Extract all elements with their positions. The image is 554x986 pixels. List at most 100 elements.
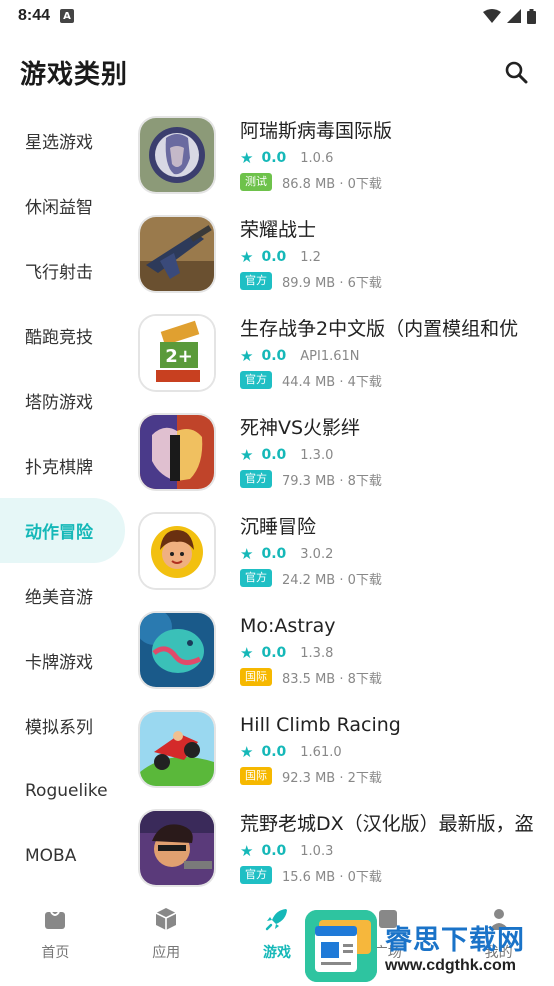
sidebar-item-roguelike[interactable]: Roguelike bbox=[0, 758, 125, 823]
dream-adventure-icon bbox=[140, 514, 214, 588]
rifle-game-icon bbox=[140, 217, 214, 291]
search-icon bbox=[505, 61, 528, 84]
app-rating: 0.0 bbox=[261, 546, 287, 562]
hill-climb-icon bbox=[140, 712, 214, 786]
app-name: 荒野老城DX（汉化版）最新版，盗 bbox=[240, 813, 534, 835]
app-list-item[interactable]: Hill Climb Racing ★ 0.0 1.61.0 国际 92.3 M… bbox=[140, 712, 554, 811]
app-rating: 0.0 bbox=[261, 843, 287, 859]
app-list-item[interactable]: 荣耀战士 ★ 0.0 1.2 官方 89.9 MB · 6下载 bbox=[140, 217, 554, 316]
sidebar-item-yinyou[interactable]: 绝美音游 bbox=[0, 563, 125, 628]
app-icon[interactable]: 2+ bbox=[140, 316, 214, 390]
app-icon[interactable] bbox=[140, 712, 214, 786]
app-name: 死神VS火影绊 bbox=[240, 417, 361, 439]
app-rating: 0.0 bbox=[261, 645, 287, 661]
watermark-url: www.cdgthk.com bbox=[385, 956, 516, 974]
sidebar-item-label: 飞行射击 bbox=[25, 263, 93, 283]
rocket-icon bbox=[265, 909, 287, 931]
app-list-item[interactable]: 死神VS火影绊 ★ 0.0 1.3.0 官方 79.3 MB · 8下载 bbox=[140, 415, 554, 514]
app-list: 阿瑞斯病毒国际版 ★ 0.0 1.0.6 测试 86.8 MB · 0下载 荣耀 bbox=[140, 118, 554, 910]
status-icons bbox=[483, 8, 536, 24]
sidebar-item-xiuxian[interactable]: 休闲益智 bbox=[0, 173, 125, 238]
status-bar: 8:44 A bbox=[0, 0, 554, 32]
sidebar-item-kapai[interactable]: 卡牌游戏 bbox=[0, 628, 125, 693]
app-version: 1.0.6 bbox=[300, 150, 334, 166]
mo-astray-icon bbox=[140, 613, 214, 687]
app-badge: 官方 bbox=[240, 371, 272, 389]
app-rating: 0.0 bbox=[261, 249, 287, 265]
sidebar-item-label: 绝美音游 bbox=[25, 588, 93, 608]
sidebar-item-feixing[interactable]: 飞行射击 bbox=[0, 238, 125, 303]
app-rating: 0.0 bbox=[261, 348, 287, 364]
star-icon: ★ bbox=[240, 248, 254, 266]
sidebar-item-puke[interactable]: 扑克棋牌 bbox=[0, 433, 125, 498]
app-badge: 官方 bbox=[240, 470, 272, 488]
nav-tab-apps[interactable]: 应用 bbox=[111, 888, 222, 984]
app-size-downloads: 83.5 MB · 8下载 bbox=[282, 671, 382, 687]
app-badge: 测试 bbox=[240, 173, 272, 191]
star-icon: ★ bbox=[240, 545, 254, 563]
app-icon[interactable] bbox=[140, 613, 214, 687]
star-icon: ★ bbox=[240, 743, 254, 761]
app-version: API1.61N bbox=[300, 348, 360, 364]
sidebar-item-moni[interactable]: 模拟系列 bbox=[0, 693, 125, 758]
sidebar-item-dongzuo[interactable]: 动作冒险 bbox=[0, 498, 125, 563]
sidebar-item-label: 卡牌游戏 bbox=[25, 653, 93, 673]
battery-icon bbox=[527, 8, 536, 24]
sidebar-item-xingxuan[interactable]: 星选游戏 bbox=[0, 108, 125, 173]
category-sidebar: 星选游戏 休闲益智 飞行射击 酷跑竞技 塔防游戏 扑克棋牌 动作冒险 绝美音游 … bbox=[0, 108, 125, 888]
sidebar-item-label: 动作冒险 bbox=[25, 523, 93, 543]
browser-logo-icon bbox=[305, 910, 377, 982]
app-icon[interactable] bbox=[140, 514, 214, 588]
app-badge: 官方 bbox=[240, 272, 272, 290]
sidebar-item-label: MOBA bbox=[25, 845, 77, 866]
nav-label: 游戏 bbox=[262, 945, 291, 961]
app-size-downloads: 92.3 MB · 2下载 bbox=[282, 770, 382, 786]
app-list-item[interactable]: 沉睡冒险 ★ 0.0 3.0.2 官方 24.2 MB · 0下载 bbox=[140, 514, 554, 613]
app-size-downloads: 24.2 MB · 0下载 bbox=[282, 572, 382, 588]
sidebar-item-label: 休闲益智 bbox=[25, 198, 93, 218]
svg-text:2+: 2+ bbox=[165, 346, 193, 367]
sidebar-item-label: 模拟系列 bbox=[25, 718, 93, 738]
app-list-item[interactable]: Mo:Astray ★ 0.0 1.3.8 国际 83.5 MB · 8下载 bbox=[140, 613, 554, 712]
cube-icon bbox=[155, 908, 177, 930]
app-list-item[interactable]: 2+ 生存战争2中文版（内置模组和优 ★ 0.0 API1.61N 官方 44.… bbox=[140, 316, 554, 415]
page-title: 游戏类别 bbox=[20, 59, 129, 90]
star-icon: ★ bbox=[240, 842, 254, 860]
app-badge: 官方 bbox=[240, 866, 272, 884]
search-button[interactable] bbox=[498, 54, 534, 90]
app-list-item[interactable]: 阿瑞斯病毒国际版 ★ 0.0 1.0.6 测试 86.8 MB · 0下载 bbox=[140, 118, 554, 217]
app-size-downloads: 79.3 MB · 8下载 bbox=[282, 473, 382, 489]
app-version: 3.0.2 bbox=[300, 546, 334, 562]
watermark-logo bbox=[305, 910, 377, 982]
sidebar-item-moba[interactable]: MOBA bbox=[0, 823, 125, 888]
app-rating: 0.0 bbox=[261, 447, 287, 463]
notification-a-icon: A bbox=[60, 9, 75, 23]
sidebar-item-label: 塔防游戏 bbox=[25, 393, 93, 413]
app-name: 沉睡冒险 bbox=[240, 516, 317, 538]
wild-town-icon bbox=[140, 811, 214, 885]
watermark-site-name: 睿思下载网 bbox=[385, 924, 525, 956]
app-name: 生存战争2中文版（内置模组和优 bbox=[240, 318, 519, 340]
sidebar-item-kupao[interactable]: 酷跑竞技 bbox=[0, 303, 125, 368]
watermark: 睿思下载网 www.cdgthk.com bbox=[305, 908, 554, 984]
app-rating: 0.0 bbox=[261, 150, 287, 166]
home-bag-icon bbox=[45, 911, 66, 929]
sidebar-item-label: 扑克棋牌 bbox=[25, 458, 93, 478]
app-badge: 官方 bbox=[240, 569, 272, 587]
wifi-icon bbox=[483, 9, 501, 23]
app-size-downloads: 89.9 MB · 6下载 bbox=[282, 275, 382, 291]
app-icon[interactable] bbox=[140, 415, 214, 489]
app-version: 1.3.8 bbox=[300, 645, 334, 661]
app-icon[interactable] bbox=[140, 118, 214, 192]
sidebar-item-tafang[interactable]: 塔防游戏 bbox=[0, 368, 125, 433]
page-header: 游戏类别 bbox=[0, 40, 554, 104]
app-icon[interactable] bbox=[140, 811, 214, 885]
survivalcraft-icon: 2+ bbox=[140, 316, 214, 390]
app-version: 1.2 bbox=[300, 249, 321, 265]
star-icon: ★ bbox=[240, 446, 254, 464]
app-icon[interactable] bbox=[140, 217, 214, 291]
app-name: Mo:Astray bbox=[240, 615, 336, 637]
ares-virus-icon bbox=[140, 118, 214, 192]
signal-icon bbox=[507, 9, 521, 23]
nav-tab-home[interactable]: 首页 bbox=[0, 888, 111, 984]
